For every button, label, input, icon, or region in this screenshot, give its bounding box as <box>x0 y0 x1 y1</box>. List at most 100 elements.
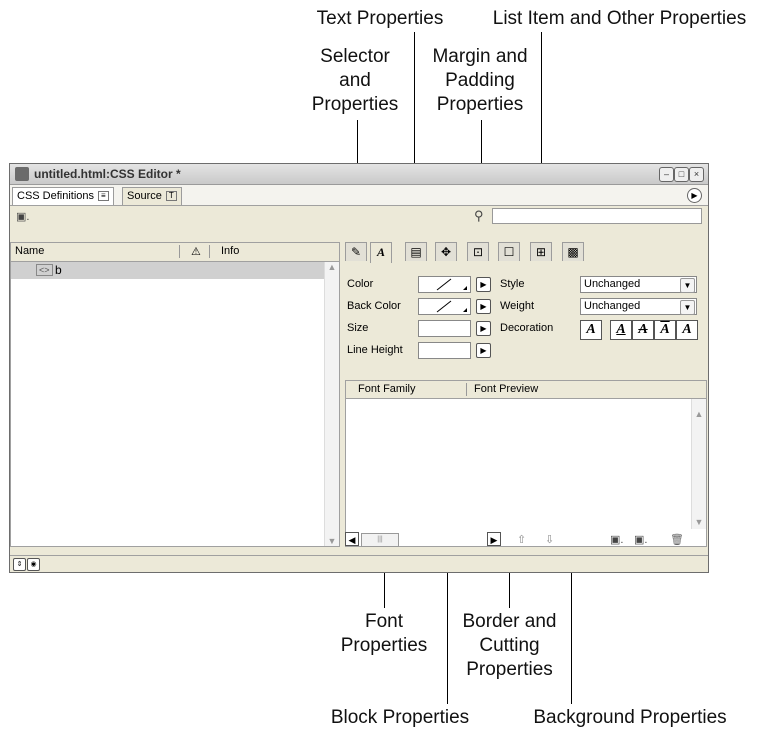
back-color-swatch-icon <box>436 300 467 313</box>
callout-block-properties: Block Properties <box>330 707 470 728</box>
minimize-icon[interactable]: – <box>659 167 674 182</box>
delete-font-icon[interactable]: 🗑 <box>670 533 684 546</box>
column-font-family[interactable]: Font Family <box>358 383 415 395</box>
scroll-up-icon[interactable]: ▲ <box>692 409 706 419</box>
scroll-thumb[interactable]: ||| <box>361 533 399 547</box>
tab-text-properties[interactable]: ▤ <box>405 242 427 261</box>
callout-selector-line2: and <box>339 70 371 91</box>
size-menu-button[interactable]: ▶ <box>476 321 491 336</box>
line-height-field[interactable] <box>418 342 471 359</box>
color-swatch-icon <box>436 278 467 291</box>
color-label: Color <box>347 278 374 290</box>
style-select-value: Unchanged <box>584 278 641 290</box>
scroll-down-icon[interactable]: ▼ <box>325 536 339 546</box>
preview-icon[interactable]: ◉ <box>27 558 40 571</box>
search-input[interactable] <box>492 208 702 224</box>
scroll-down-icon[interactable]: ▼ <box>692 517 706 527</box>
color-field[interactable] <box>418 276 471 293</box>
maximize-icon[interactable]: □ <box>674 167 689 182</box>
callout-margin-line1: Margin and <box>432 46 528 67</box>
tab-font-properties[interactable]: A <box>370 242 392 263</box>
callout-font-line2: Properties <box>340 635 428 656</box>
decoration-strikethrough-button[interactable]: A <box>632 320 654 340</box>
callout-list-item-properties: List Item and Other Properties <box>492 8 747 29</box>
callout-border-line1: Border and <box>462 611 557 632</box>
new-font-icon[interactable]: ▣. <box>634 533 647 546</box>
property-pane: ✎ A ▤ ✥ ⊡ ☐ ⊞ ▩ Color ▶ Back Color ▶ Siz… <box>340 242 708 547</box>
chevron-down-icon[interactable]: ▼ <box>680 278 695 293</box>
scroll-up-icon[interactable]: ▲ <box>325 262 339 272</box>
window-title: untitled.html:CSS Editor * <box>34 167 181 181</box>
decoration-buttons: A A A A A <box>580 320 700 340</box>
font-family-list: Font Family Font Preview ▲ ▼ <box>345 380 707 547</box>
tab-list-item-properties[interactable]: ⊞ <box>530 242 552 261</box>
callout-selector-line3: Properties <box>311 94 399 115</box>
line-height-label: Line Height <box>347 344 403 356</box>
move-up-icon[interactable]: ⇧ <box>517 533 526 546</box>
column-separator <box>466 383 467 396</box>
css-editor-window: untitled.html:CSS Editor * – □ × CSS Def… <box>9 163 709 573</box>
callout-selector-line1: Selector <box>320 46 390 67</box>
callout-background-properties: Background Properties <box>533 707 727 728</box>
column-separator <box>179 245 180 258</box>
tag-icon: <> <box>36 264 53 276</box>
weight-select[interactable]: Unchanged ▼ <box>580 298 697 315</box>
tab-css-definitions[interactable]: CSS Definitions ≡ <box>12 187 114 205</box>
list-header: Name ⚠ Info <box>11 243 339 262</box>
callout-font-line1: Font <box>364 611 404 632</box>
options-menu-icon[interactable]: ▶ <box>687 188 702 203</box>
font-list-header: Font Family Font Preview <box>346 381 706 399</box>
back-color-picker-button[interactable]: ▶ <box>476 299 491 314</box>
list-scrollbar[interactable]: ▲ ▼ <box>324 262 339 546</box>
back-color-field[interactable] <box>418 298 471 315</box>
move-down-icon[interactable]: ⇩ <box>545 533 554 546</box>
tab-css-definitions-label: CSS Definitions <box>17 190 95 202</box>
source-icon: T <box>165 191 177 202</box>
weight-label: Weight <box>500 300 535 312</box>
scroll-left-icon[interactable]: ◀ <box>345 532 359 546</box>
size-field[interactable] <box>418 320 471 337</box>
tab-background-properties[interactable]: ▩ <box>562 242 584 261</box>
weight-select-value: Unchanged <box>584 300 641 312</box>
column-font-preview[interactable]: Font Preview <box>474 383 538 395</box>
font-list-scrollbar[interactable]: ▲ ▼ <box>691 399 706 529</box>
size-label: Size <box>347 322 369 334</box>
style-label: Style <box>500 278 525 290</box>
selector-list-pane: Name ⚠ Info <> b ▲ ▼ <box>10 242 340 547</box>
line-height-menu-button[interactable]: ▶ <box>476 343 491 358</box>
list-item[interactable]: <> b <box>11 262 327 279</box>
decoration-blink-button[interactable]: A <box>676 320 698 340</box>
warning-icon: ⚠ <box>191 246 201 258</box>
tab-margin-padding-properties[interactable]: ⊡ <box>467 242 489 261</box>
tab-block-properties[interactable]: ✥ <box>435 242 457 261</box>
new-style-icon[interactable]: ▣. <box>16 210 29 223</box>
tab-source[interactable]: Source T <box>122 187 182 205</box>
tab-border-cutting-properties[interactable]: ☐ <box>498 242 520 261</box>
column-info[interactable]: Info <box>221 245 239 257</box>
title-bar[interactable]: untitled.html:CSS Editor * – □ × <box>10 164 708 185</box>
decoration-none-button[interactable]: A <box>580 320 602 340</box>
callout-border-line2: Cutting <box>479 635 540 656</box>
chevron-down-icon[interactable]: ▼ <box>680 300 695 315</box>
close-icon[interactable]: × <box>689 167 704 182</box>
back-color-label: Back Color <box>347 300 401 312</box>
color-picker-button[interactable]: ▶ <box>476 277 491 292</box>
style-select[interactable]: Unchanged ▼ <box>580 276 697 293</box>
callout-border-line3: Properties <box>466 659 553 680</box>
view-tabs: CSS Definitions ≡ Source T ▶ <box>10 185 708 206</box>
column-name[interactable]: Name <box>15 245 44 257</box>
decoration-overline-button[interactable]: A <box>654 320 676 340</box>
toolbar: ▣. ⚲ <box>10 206 708 227</box>
tab-source-label: Source <box>127 190 162 202</box>
category-tabs: ✎ A ▤ ✥ ⊡ ☐ ⊞ ▩ <box>340 242 600 263</box>
callout-margin-line2: Padding <box>445 70 515 91</box>
status-bar: ⇕ ◉ <box>10 555 708 572</box>
expand-icon[interactable]: ⇕ <box>13 558 26 571</box>
scroll-right-icon[interactable]: ▶ <box>487 532 501 546</box>
add-font-icon[interactable]: ▣. <box>610 533 623 546</box>
font-list-hscrollbar[interactable]: ◀ ||| ▶ <box>345 532 501 547</box>
callout-text-properties: Text Properties <box>316 8 444 29</box>
decoration-label: Decoration <box>500 322 554 334</box>
decoration-underline-button[interactable]: A <box>610 320 632 340</box>
tab-selector-properties[interactable]: ✎ <box>345 242 367 261</box>
